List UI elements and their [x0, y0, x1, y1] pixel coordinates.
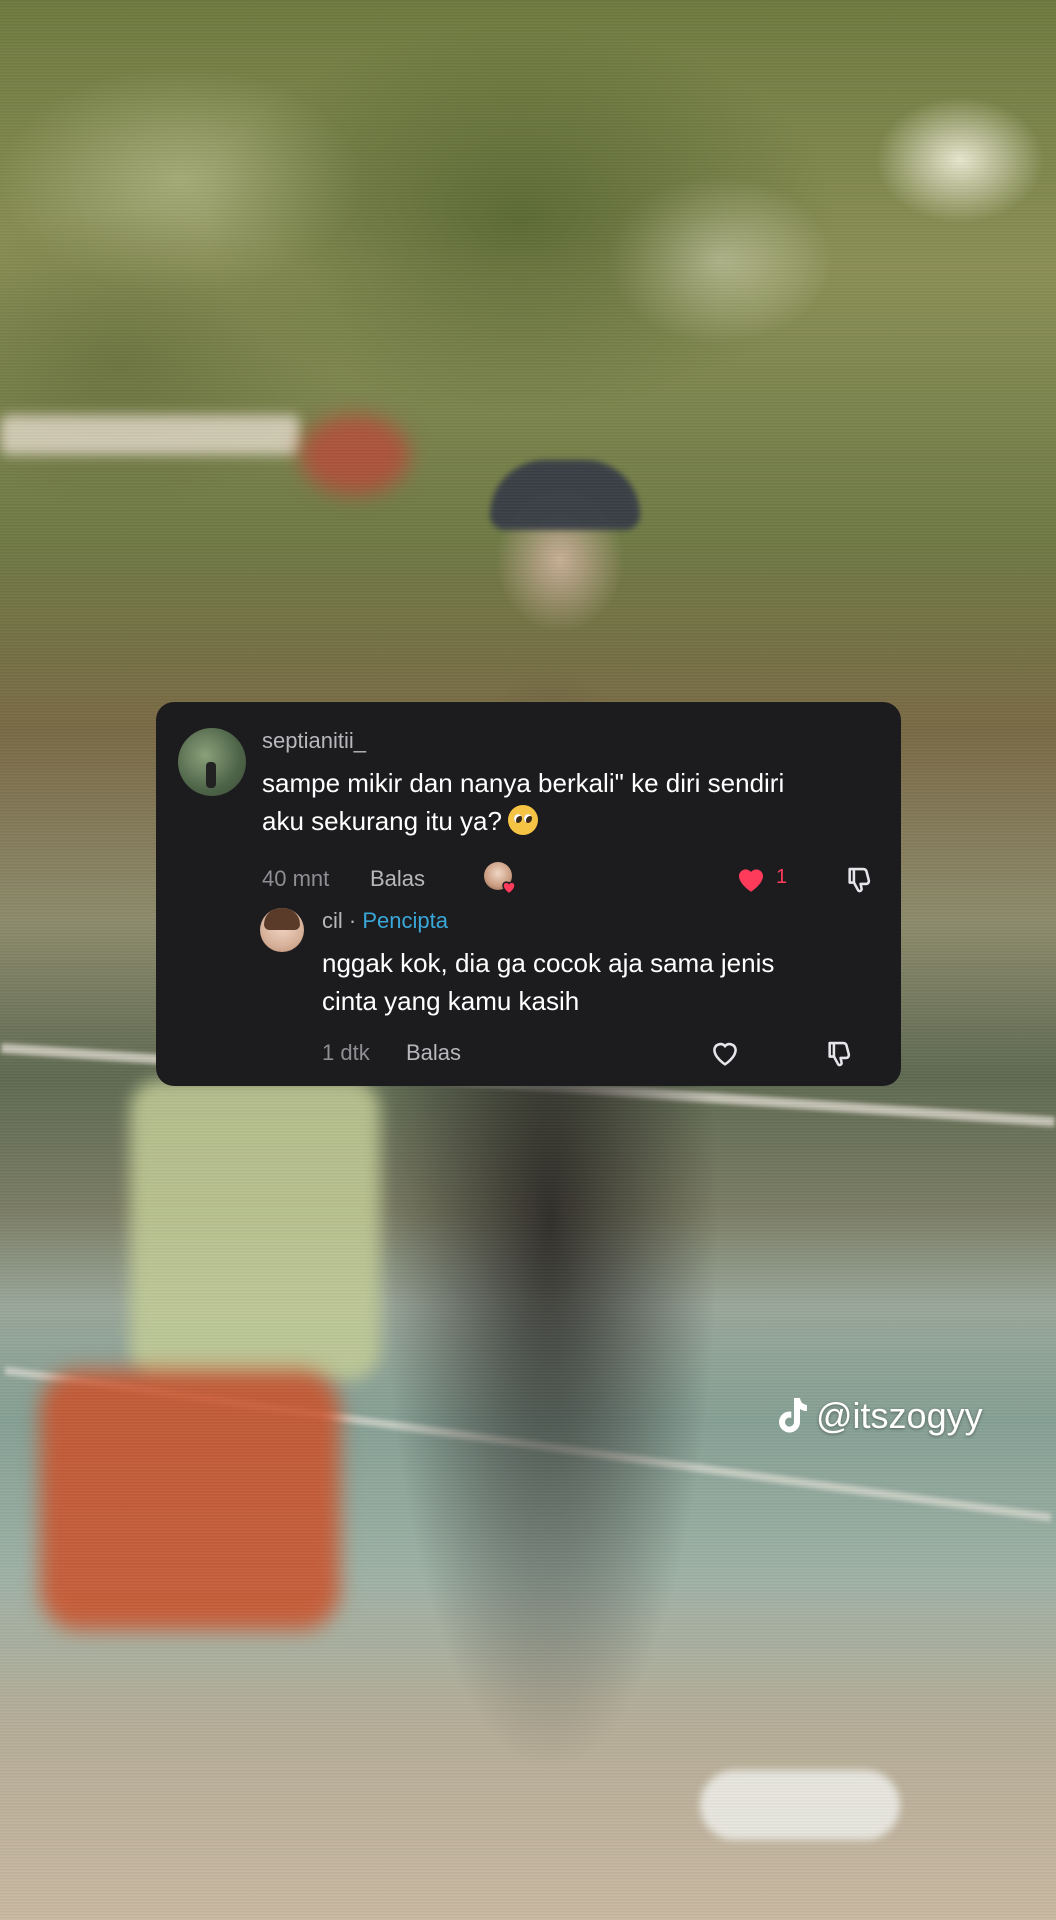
comment-text: sampe mikir dan nanya berkali" ke diri s… — [262, 764, 882, 840]
watermark-handle: @itszogyy — [816, 1395, 983, 1436]
creator-avatar[interactable] — [260, 908, 304, 952]
username-separator: · — [342, 908, 363, 933]
reply-meta-row: 1 dtk Balas — [322, 1036, 858, 1070]
comment-username[interactable]: septianitii_ — [262, 728, 366, 754]
reply-button[interactable]: Balas — [370, 866, 425, 892]
reply-username[interactable]: cil — [322, 908, 343, 933]
like-button[interactable]: 1 — [734, 862, 794, 896]
reply-button[interactable]: Balas — [406, 1040, 461, 1066]
heart-outline-icon[interactable] — [708, 1036, 742, 1070]
mini-heart-icon — [502, 881, 516, 895]
tiktok-watermark: @itszogyy — [772, 1392, 983, 1440]
dislike-icon[interactable] — [824, 1036, 858, 1070]
reply-text: nggak kok, dia ga cocok aja sama jenis c… — [322, 944, 882, 1020]
pleading-face-emoji — [507, 805, 538, 835]
reply-timestamp: 1 dtk — [322, 1040, 370, 1065]
comment-timestamp: 40 mnt — [262, 866, 330, 891]
comment-text-line-wrap: aku sekurang itu ya? — [262, 802, 882, 840]
reply-username-row: cil · Pencipta — [322, 908, 448, 934]
reply-text-line: cinta yang kamu kasih — [322, 986, 580, 1016]
heart-filled-icon — [738, 869, 764, 892]
comment-text-line: sampe mikir dan nanya berkali" ke diri s… — [262, 768, 785, 798]
user-avatar[interactable] — [178, 728, 246, 796]
tiktok-logo-icon — [779, 1398, 807, 1433]
avatar-figure — [206, 762, 216, 788]
comment-text-line: aku sekurang itu ya? — [262, 806, 502, 836]
dislike-icon[interactable] — [844, 862, 878, 896]
avatar-hair — [264, 908, 300, 930]
like-count: 1 — [776, 866, 788, 888]
comment-meta-row: 40 mnt Balas 1 — [262, 862, 878, 896]
comment-card: septianitii_ sampe mikir dan nanya berka… — [156, 702, 901, 1086]
creator-liked-icon — [484, 862, 518, 896]
creator-badge: Pencipta — [362, 908, 448, 933]
reply-text-line: nggak kok, dia ga cocok aja sama jenis — [322, 948, 775, 978]
